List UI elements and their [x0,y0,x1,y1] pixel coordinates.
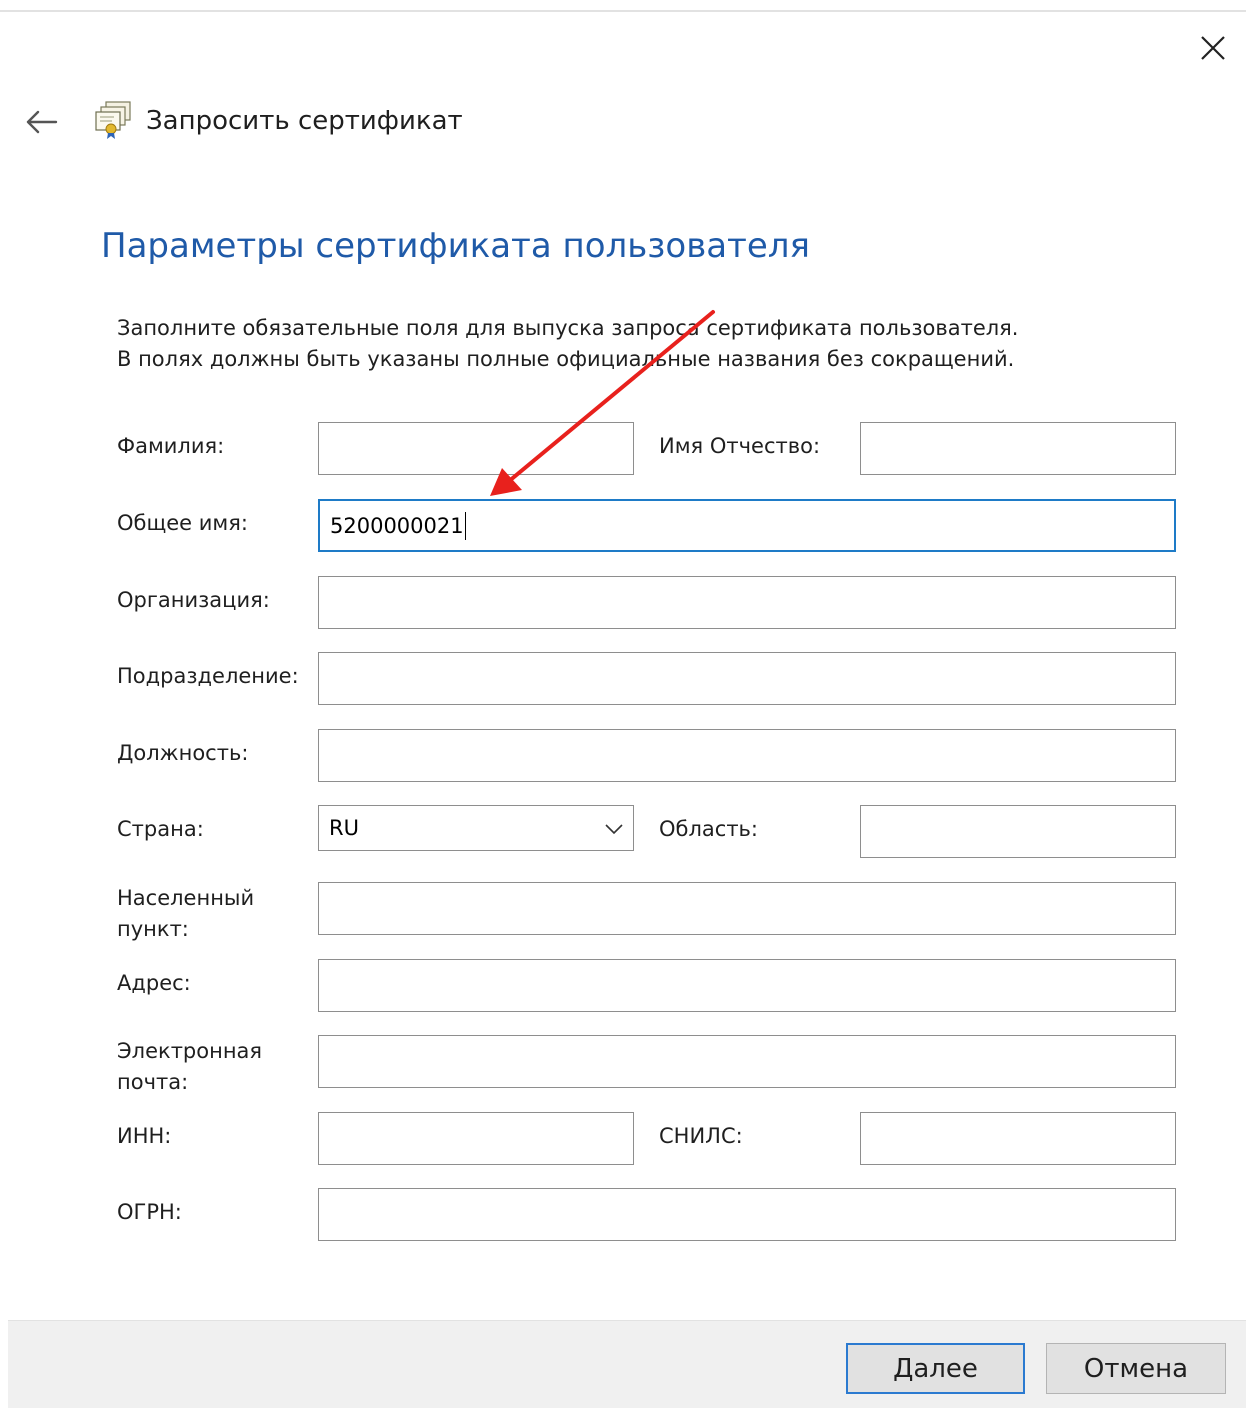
country-select[interactable]: RU [318,805,634,851]
name-patronymic-input[interactable] [860,422,1176,475]
email-label-line-1: Электронная [117,1039,263,1063]
common-name-value: 5200000021 [330,513,464,538]
country-label: Страна: [117,817,204,841]
close-button[interactable] [1193,28,1233,68]
department-input[interactable] [318,652,1176,705]
email-label-line-2: почта: [117,1070,189,1094]
ogrn-label: ОГРН: [117,1200,182,1224]
position-label: Должность: [117,741,249,765]
address-label: Адрес: [117,971,191,995]
name-patronymic-label: Имя Отчество: [659,434,821,458]
back-button[interactable] [22,104,62,140]
locality-label-line-1: Населенный [117,886,255,910]
organization-label: Организация: [117,588,270,612]
certificate-icon [94,100,134,140]
organization-input[interactable] [318,576,1176,629]
country-value: RU [329,816,359,840]
text-caret [464,511,467,540]
cancel-button[interactable]: Отмена [1046,1343,1226,1394]
close-icon [1201,36,1225,60]
common-name-label: Общее имя: [117,511,248,535]
common-name-input[interactable]: 5200000021 [318,499,1176,552]
window-title: Запросить сертификат [146,106,463,136]
region-input[interactable] [860,805,1176,858]
surname-input[interactable] [318,422,634,475]
snils-label: СНИЛС: [659,1124,743,1148]
chevron-down-icon [605,824,623,835]
page-title: Параметры сертификата пользователя [101,226,810,266]
snils-input[interactable] [860,1112,1176,1165]
inn-input[interactable] [318,1112,634,1165]
email-input[interactable] [318,1035,1176,1088]
region-label: Область: [659,817,759,841]
surname-label: Фамилия: [117,434,225,458]
locality-input[interactable] [318,882,1176,935]
next-button[interactable]: Далее [846,1343,1025,1394]
locality-label-line-2: пункт: [117,917,189,941]
position-input[interactable] [318,729,1176,782]
inn-label: ИНН: [117,1124,172,1148]
window-top-border [0,10,1246,12]
back-arrow-icon [26,110,58,134]
address-input[interactable] [318,959,1176,1012]
ogrn-input[interactable] [318,1188,1176,1241]
description-line-1: Заполните обязательные поля для выпуска … [117,316,1019,340]
department-label: Подразделение: [117,664,299,688]
description-line-2: В полях должны быть указаны полные офици… [117,347,1015,371]
